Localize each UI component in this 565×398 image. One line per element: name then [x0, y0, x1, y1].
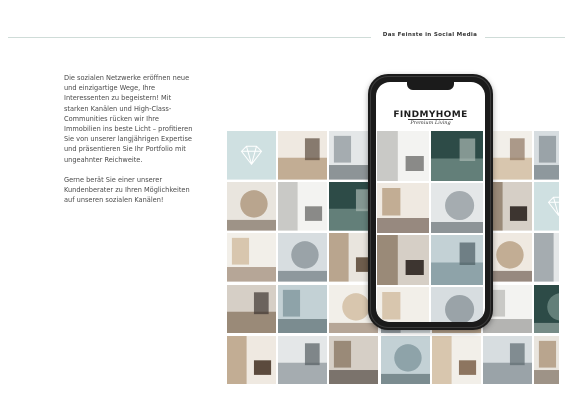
header-rule-left [8, 37, 371, 38]
feed-photo [431, 287, 483, 322]
grid-photo [227, 182, 276, 231]
diamond-icon [227, 131, 276, 180]
phone-feed-grid [377, 131, 484, 322]
grid-photo [534, 284, 559, 334]
feed-photo [431, 183, 483, 233]
grid-photo [483, 335, 532, 384]
intro-paragraph-2: Gerne berät Sie einer unserer Kundenbera… [64, 175, 190, 205]
section-heading: Das Feinste in Social Media [382, 32, 478, 38]
feed-photo [377, 287, 429, 322]
grid-photo [278, 284, 328, 334]
grid-photo [227, 284, 276, 334]
feed-photo [431, 235, 483, 285]
grid-photo [278, 335, 328, 384]
intro-text: Die sozialen Netzwerke eröffnen neue und… [64, 73, 194, 215]
grid-photo [227, 233, 276, 282]
feed-photo [431, 131, 483, 181]
feed-photo [377, 235, 429, 285]
intro-paragraph-1: Die sozialen Netzwerke eröffnen neue und… [64, 74, 193, 164]
brand-tagline: Premium Living [410, 120, 451, 126]
feed-photo [377, 131, 429, 181]
grid-photo [380, 335, 430, 384]
grid-photo [278, 182, 328, 231]
grid-photo [227, 335, 276, 384]
grid-photo [431, 335, 481, 384]
grid-photo [278, 131, 328, 180]
feed-photo [377, 183, 429, 233]
phone-screen: FINDMYHOME Premium Living [376, 82, 485, 322]
grid-photo [534, 233, 559, 282]
diamond-icon [534, 182, 559, 231]
smartphone-mockup: FINDMYHOME Premium Living [368, 74, 493, 330]
grid-photo [278, 233, 328, 282]
phone-notch [407, 82, 454, 90]
grid-photo [534, 335, 559, 384]
grid-photo [534, 131, 559, 180]
grid-photo [329, 335, 379, 384]
header-rule-right [485, 37, 565, 38]
